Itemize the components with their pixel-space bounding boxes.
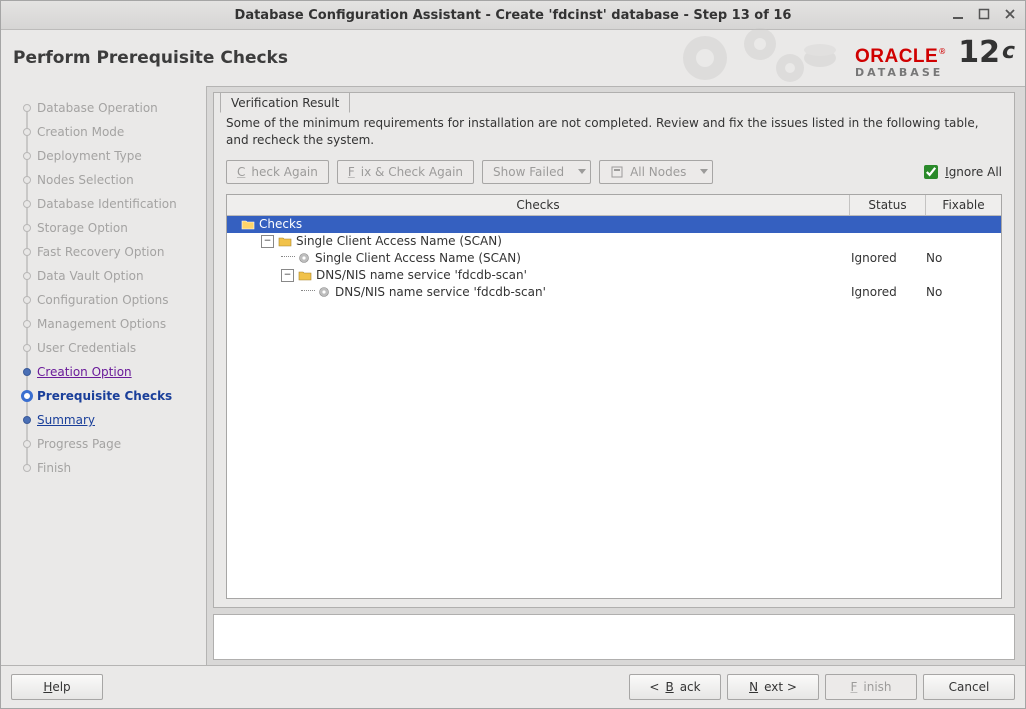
check-label: DNS/NIS name service 'fdcdb-scan' <box>335 284 546 301</box>
step-management-options: Management Options <box>15 312 206 336</box>
step-progress-page: Progress Page <box>15 432 206 456</box>
all-nodes-dropdown[interactable]: All Nodes <box>599 160 713 184</box>
cancel-button[interactable]: Cancel <box>923 674 1015 700</box>
page-title: Perform Prerequisite Checks <box>1 48 288 68</box>
main-panel: Verification Result Some of the minimum … <box>207 86 1025 666</box>
step-finish: Finish <box>15 456 206 480</box>
check-again-button[interactable]: Check Again <box>226 160 329 184</box>
step-sidebar: Database OperationCreation ModeDeploymen… <box>1 86 207 666</box>
tab-verification-result[interactable]: Verification Result <box>220 92 350 113</box>
step-fast-recovery-option: Fast Recovery Option <box>15 240 206 264</box>
step-configuration-options: Configuration Options <box>15 288 206 312</box>
details-panel <box>213 614 1015 660</box>
step-creation-option[interactable]: Creation Option <box>15 360 206 384</box>
table-row[interactable]: Checks <box>227 216 1001 233</box>
col-status[interactable]: Status <box>850 195 926 215</box>
step-data-vault-option: Data Vault Option <box>15 264 206 288</box>
fixable-value: No <box>926 284 1001 301</box>
table-row[interactable]: − DNS/NIS name service 'fdcdb-scan' <box>227 267 1001 284</box>
check-label: Checks <box>259 216 302 233</box>
next-button[interactable]: Next > <box>727 674 819 700</box>
step-user-credentials: User Credentials <box>15 336 206 360</box>
step-nodes-selection: Nodes Selection <box>15 168 206 192</box>
table-row[interactable]: DNS/NIS name service 'fdcdb-scan' Ignored… <box>227 284 1001 301</box>
tree-toggle-icon[interactable]: − <box>281 269 294 282</box>
close-button[interactable] <box>1001 5 1019 23</box>
step-storage-option: Storage Option <box>15 216 206 240</box>
col-fixable[interactable]: Fixable <box>926 195 1001 215</box>
help-button[interactable]: Help <box>11 674 103 700</box>
checks-table: Checks Status Fixable Checks − Single Clie… <box>226 194 1002 599</box>
step-prerequisite-checks: Prerequisite Checks <box>15 384 206 408</box>
header-band: Perform Prerequisite Checks ORACLE® DATA… <box>1 30 1025 87</box>
step-deployment-type: Deployment Type <box>15 144 206 168</box>
step-creation-mode: Creation Mode <box>15 120 206 144</box>
check-label: Single Client Access Name (SCAN) <box>296 233 502 250</box>
finish-button[interactable]: Finish <box>825 674 917 700</box>
tree-toggle-icon[interactable]: − <box>261 235 274 248</box>
step-database-identification: Database Identification <box>15 192 206 216</box>
gear-decoration <box>665 28 845 89</box>
ignore-all-checkbox[interactable]: Ignore All <box>920 162 1002 182</box>
title-bar: Database Configuration Assistant - Creat… <box>1 1 1025 30</box>
step-summary[interactable]: Summary <box>15 408 206 432</box>
maximize-button[interactable] <box>975 5 993 23</box>
back-button[interactable]: < Back <box>629 674 721 700</box>
step-database-operation: Database Operation <box>15 96 206 120</box>
fixable-value: No <box>926 250 1001 267</box>
oracle-logo: ORACLE® DATABASE 12c <box>855 34 1015 82</box>
table-row[interactable]: Single Client Access Name (SCAN) IgnoredN… <box>227 250 1001 267</box>
status-value: Ignored <box>851 250 926 267</box>
check-label: Single Client Access Name (SCAN) <box>315 250 521 267</box>
show-failed-dropdown[interactable]: Show Failed <box>482 160 591 184</box>
col-checks[interactable]: Checks <box>227 195 850 215</box>
window-title: Database Configuration Assistant - Creat… <box>1 8 1025 23</box>
toolbar: Check Again Fix & Check Again Show Faile… <box>226 160 1002 184</box>
footer-bar: Help < Back Next > Finish Cancel <box>1 665 1025 708</box>
fix-check-again-button[interactable]: Fix & Check Again <box>337 160 474 184</box>
info-message: Some of the minimum requirements for ins… <box>226 115 1002 150</box>
minimize-button[interactable] <box>949 5 967 23</box>
table-row[interactable]: − Single Client Access Name (SCAN) <box>227 233 1001 250</box>
server-icon <box>610 165 624 179</box>
check-label: DNS/NIS name service 'fdcdb-scan' <box>316 267 527 284</box>
status-value: Ignored <box>851 284 926 301</box>
verification-panel: Verification Result Some of the minimum … <box>213 92 1015 608</box>
